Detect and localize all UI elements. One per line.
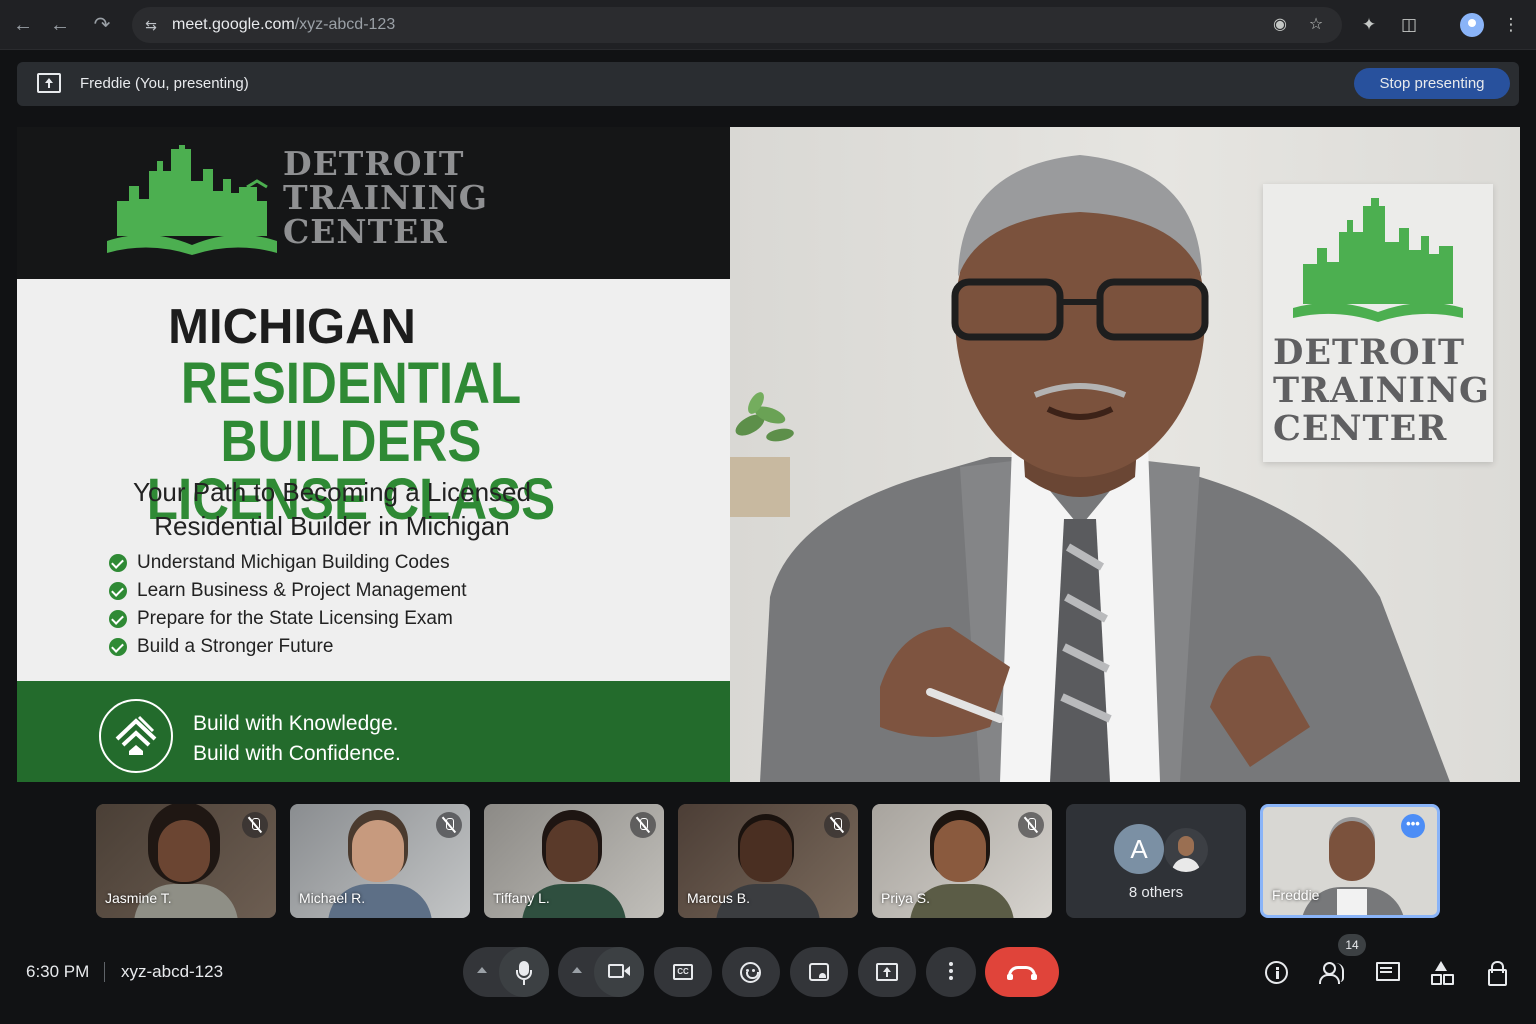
participant-name: Jasmine T. [105, 890, 172, 906]
participant-name: Freddie [1272, 887, 1320, 903]
participant-face [1329, 821, 1375, 881]
check-circle-icon [109, 610, 127, 628]
leave-call-button[interactable] [985, 947, 1059, 997]
speaker-video: DETROIT TRAINING CENTER [730, 127, 1520, 782]
captions-icon: CC [673, 964, 693, 980]
reload-icon[interactable]: ↷ [89, 12, 115, 38]
browser-menu-icon[interactable]: ⋮ [1499, 13, 1523, 37]
people-icon-secondary [1334, 963, 1344, 982]
participant-name: Priya S. [881, 890, 931, 906]
emoji-icon [740, 962, 761, 983]
back-icon[interactable]: ← [10, 12, 36, 38]
camera-button[interactable] [594, 947, 644, 997]
slide-footer: Build with Knowledge. Build with Confide… [17, 681, 730, 782]
participant-tile[interactable]: Priya S. [872, 804, 1052, 918]
present-screen-icon [876, 963, 898, 981]
slide-body: MICHIGAN RESIDENTIAL BUILDERS LICENSE CL… [17, 279, 730, 681]
camera-icon-lens [624, 966, 630, 976]
participant-count-badge: 14 [1338, 934, 1366, 956]
effects-icon [809, 963, 829, 981]
microphone-icon-stand [516, 970, 532, 980]
side-panel-icon[interactable]: ◫ [1397, 13, 1421, 37]
participant-name: Tiffany L. [493, 890, 550, 906]
slide-header: DETROIT TRAINING CENTER [17, 127, 730, 279]
others-tile[interactable]: A 8 others [1066, 804, 1246, 918]
slide-heading-michigan: MICHIGAN [168, 300, 416, 354]
reactions-button[interactable] [722, 947, 780, 997]
stop-presenting-button[interactable]: Stop presenting [1354, 68, 1510, 99]
info-icon[interactable] [1265, 961, 1288, 984]
extensions-icon[interactable]: ✦ [1357, 13, 1381, 37]
participant-tile[interactable]: Jasmine T. [96, 804, 276, 918]
participant-face [546, 820, 598, 882]
mic-control [463, 947, 549, 997]
host-controls-icon[interactable] [1485, 960, 1511, 986]
participant-face [158, 820, 210, 882]
list-item: Understand Michigan Building Codes [109, 549, 467, 577]
mic-options-arrow-icon[interactable] [477, 967, 487, 973]
url-text: meet.google.com/xyz-abcd-123 [172, 16, 396, 33]
list-item: Prepare for the State Licensing Exam [109, 605, 467, 633]
avatar [1164, 828, 1208, 872]
divider [104, 962, 105, 982]
mic-off-icon [630, 812, 656, 838]
site-settings-icon[interactable]: ⇆ [142, 16, 160, 34]
speaker-figure [760, 155, 1450, 782]
slide-tagline: Build with Knowledge. Build with Confide… [193, 712, 401, 765]
participant-tile[interactable]: Michael R. [290, 804, 470, 918]
slide-bullet-list: Understand Michigan Building Codes Learn… [109, 549, 467, 661]
more-options-icon[interactable]: ••• [1401, 814, 1425, 838]
shirt [1337, 889, 1367, 915]
camera-icon [608, 964, 624, 978]
participant-name: Marcus B. [687, 890, 751, 906]
presenting-banner: Freddie (You, presenting) Stop presentin… [17, 62, 1519, 106]
camera-options-arrow-icon[interactable] [572, 967, 582, 973]
house-tools-icon [99, 699, 173, 773]
meeting-code: xyz-abcd-123 [121, 962, 224, 981]
participant-name: Michael R. [299, 890, 366, 906]
check-circle-icon [109, 554, 127, 572]
participant-face [352, 820, 404, 882]
mic-off-icon [242, 812, 268, 838]
detroit-skyline-logo [107, 145, 277, 255]
meeting-time: 6:30 PM [26, 962, 90, 981]
shared-screen-slide: DETROIT TRAINING CENTER MICHIGAN RESIDEN… [17, 127, 730, 782]
mic-off-icon [824, 812, 850, 838]
microphone-button[interactable] [499, 947, 549, 997]
participant-face [934, 820, 986, 882]
present-now-button[interactable] [858, 947, 916, 997]
participant-tile[interactable]: Marcus B. [678, 804, 858, 918]
hang-up-icon [1007, 966, 1037, 980]
more-vert-icon [949, 962, 953, 966]
forward-icon[interactable]: ← [47, 12, 73, 38]
activities-icon[interactable] [1430, 960, 1456, 986]
avatar: A [1114, 824, 1164, 874]
participant-face [740, 820, 792, 882]
browser-toolbar: ← ← ↷ ⇆ meet.google.com/xyz-abcd-123 ◉ ☆… [0, 0, 1536, 50]
mic-off-icon [436, 812, 462, 838]
captions-button[interactable]: CC [654, 947, 712, 997]
eye-off-icon[interactable]: ◉ [1269, 15, 1291, 35]
effects-button[interactable] [790, 947, 848, 997]
list-item: Build a Stronger Future [109, 633, 467, 661]
list-item: Learn Business & Project Management [109, 577, 467, 605]
present-screen-icon [37, 73, 61, 93]
participant-tile[interactable]: Tiffany L. [484, 804, 664, 918]
microphone-icon-leg [523, 980, 525, 985]
check-circle-icon [109, 582, 127, 600]
camera-control [558, 947, 644, 997]
bookmark-star-icon[interactable]: ☆ [1305, 15, 1327, 35]
presenting-label: Freddie (You, presenting) [80, 75, 249, 92]
more-options-button[interactable] [926, 947, 976, 997]
others-count-label: 8 others [1128, 884, 1184, 901]
slide-brand-text: DETROIT TRAINING CENTER [283, 144, 488, 251]
self-participant-tile[interactable]: ••• Freddie [1260, 804, 1440, 918]
address-bar[interactable]: ⇆ meet.google.com/xyz-abcd-123 ◉ ☆ [132, 7, 1342, 43]
mic-off-icon [1018, 812, 1044, 838]
check-circle-icon [109, 638, 127, 656]
profile-avatar[interactable] [1460, 13, 1484, 37]
chat-icon[interactable] [1375, 960, 1401, 986]
slide-subtitle: Your Path to Becoming a Licensed Residen… [133, 477, 531, 541]
